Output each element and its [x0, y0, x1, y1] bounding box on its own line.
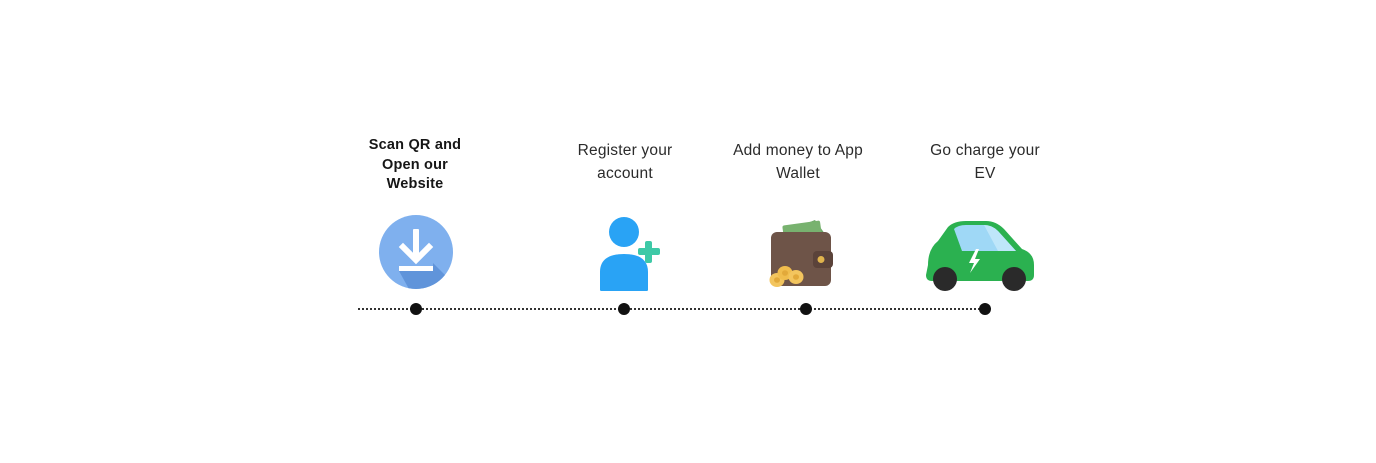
step-1-label: Scan QR and Open our Website	[345, 136, 485, 195]
step-3-label: Add money to App Wallet	[718, 139, 878, 185]
step-4-label-line-1: Go charge your	[930, 142, 1040, 159]
step-4-label: Go charge your EV	[910, 139, 1060, 185]
process-diagram: Scan QR and Open our Website Register yo…	[0, 0, 1376, 463]
step-4-label-line-2: EV	[974, 165, 996, 182]
timeline-dot-1	[410, 303, 422, 315]
electric-car-icon	[922, 219, 1038, 295]
add-user-icon	[598, 216, 666, 292]
step-1-label-line-3: Website	[386, 176, 444, 192]
timeline-dot-3	[800, 303, 812, 315]
step-1-label-line-2: Open our	[381, 156, 449, 173]
step-2-label-line-1: Register your	[577, 142, 673, 159]
step-1-label-line-1: Scan QR and	[368, 137, 462, 153]
step-2-label-line-2: account	[597, 165, 653, 182]
timeline-dot-4	[979, 303, 991, 315]
wallet-icon	[765, 218, 835, 290]
timeline	[358, 308, 988, 310]
step-3-label-line-2: Wallet	[776, 165, 820, 182]
step-2-label: Register your account	[555, 139, 695, 185]
download-icon	[379, 215, 453, 289]
step-3-label-line-1: Add money to App	[733, 142, 863, 159]
timeline-dot-2	[618, 303, 630, 315]
